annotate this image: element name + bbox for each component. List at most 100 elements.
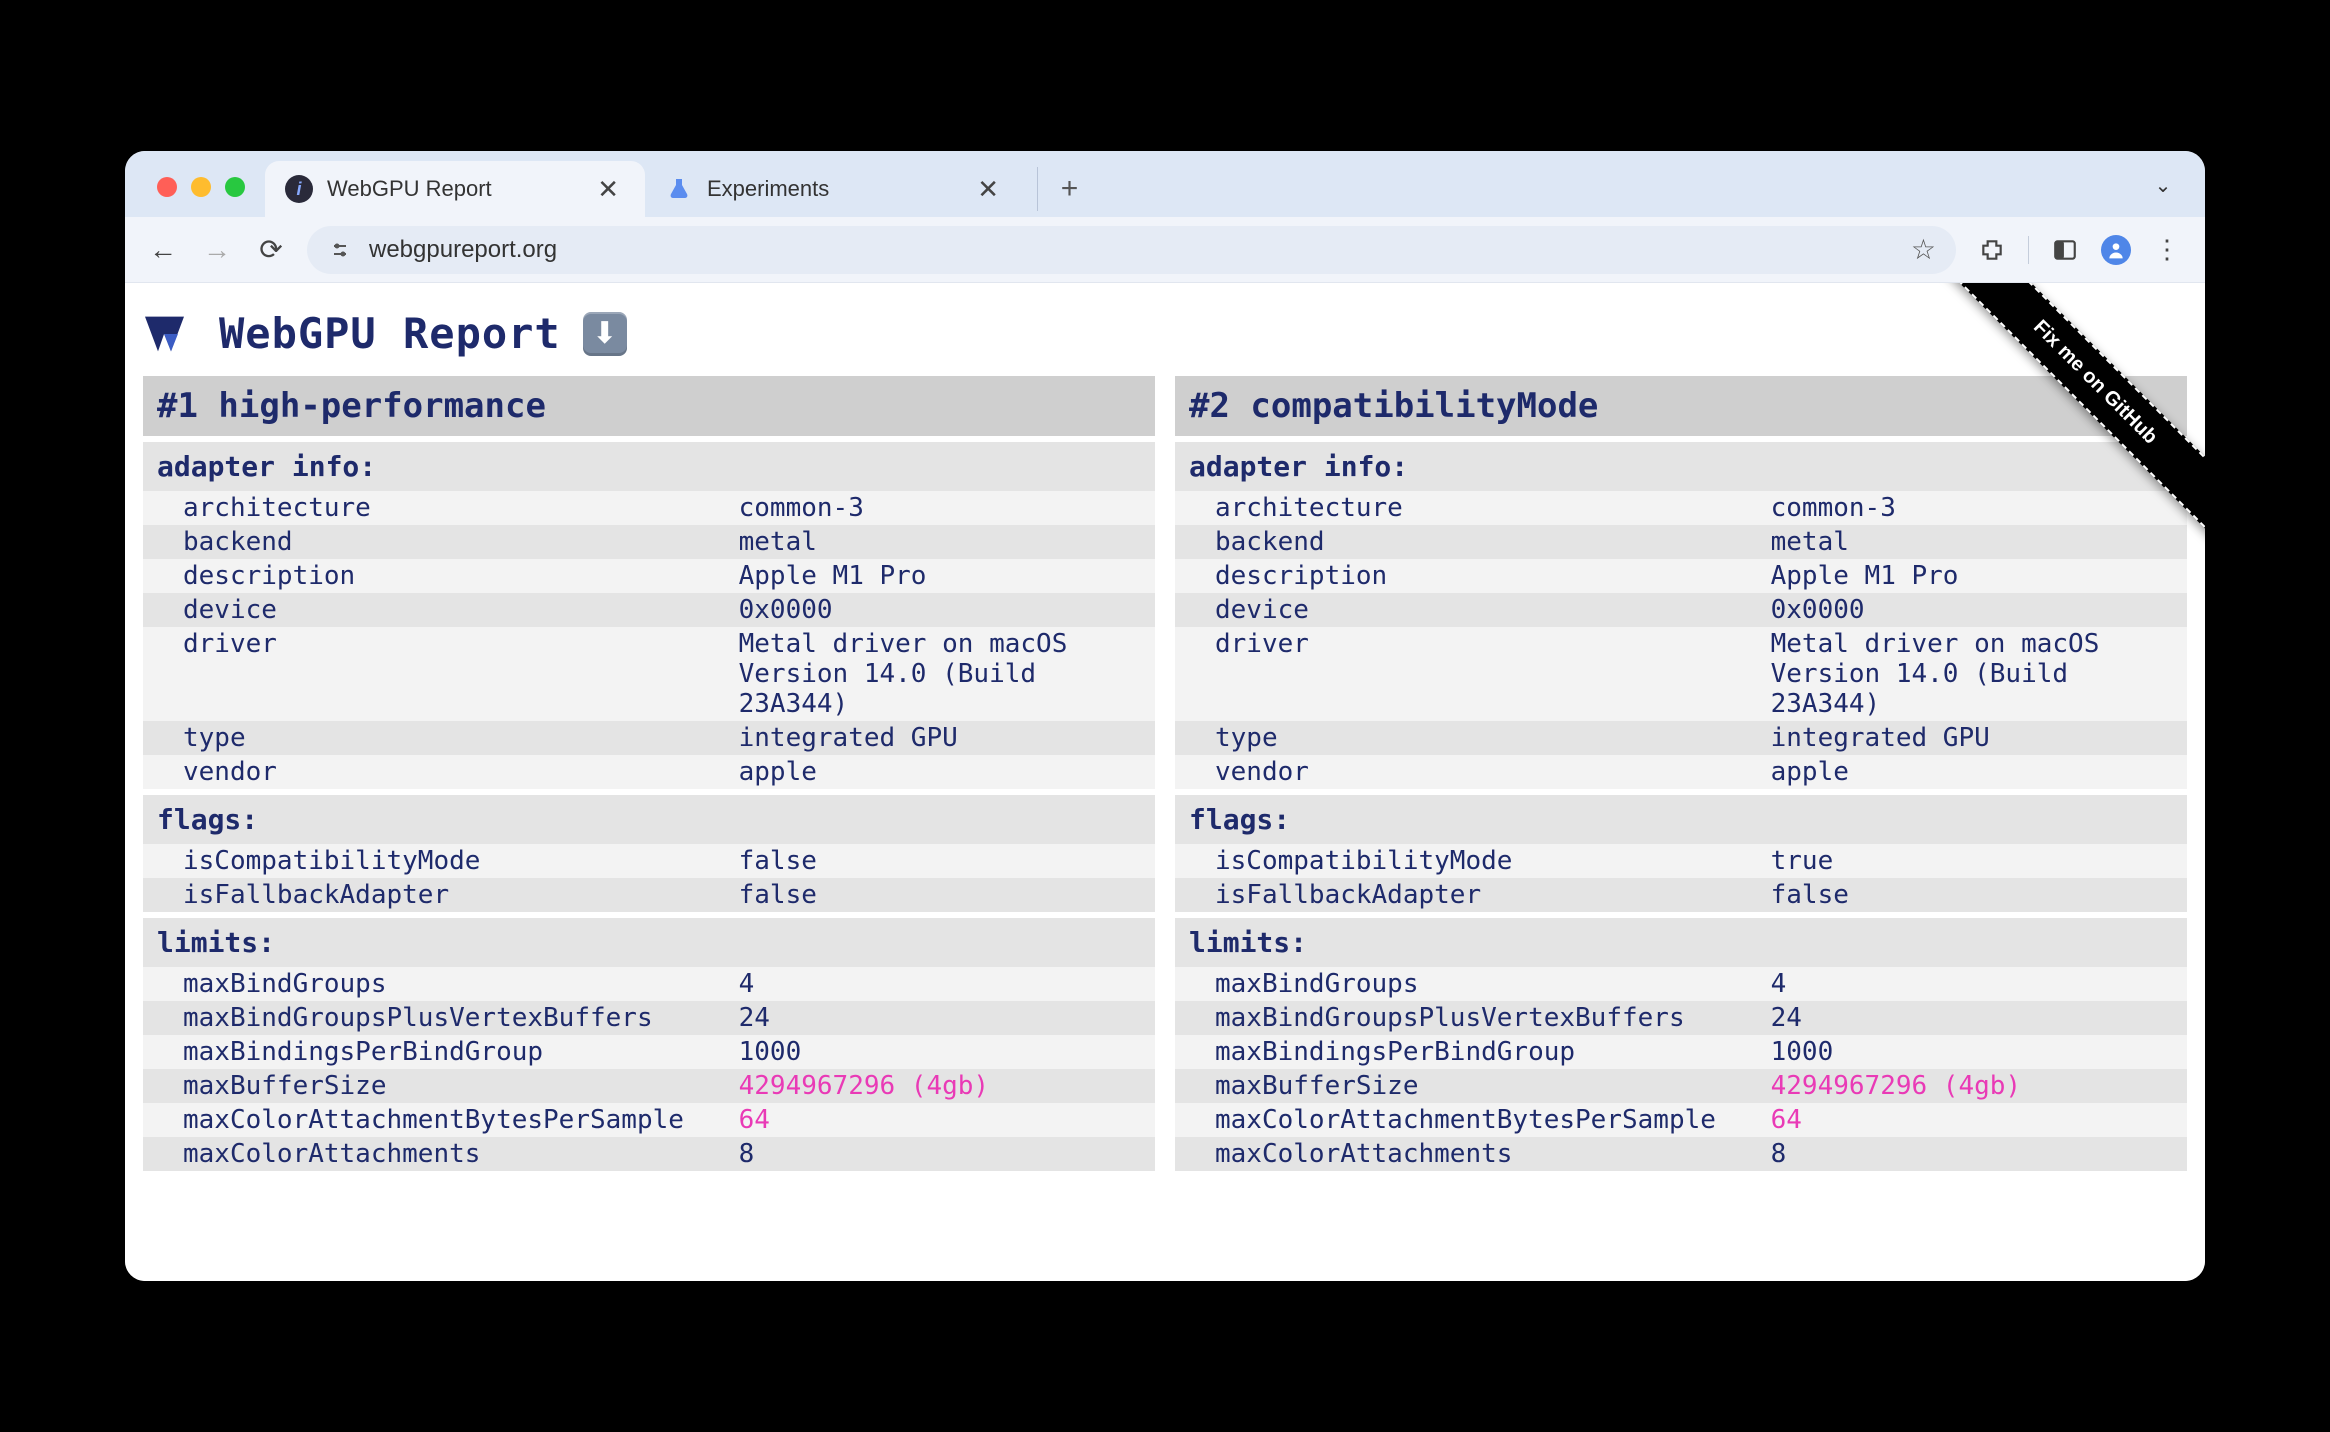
close-tab-button[interactable]: ✕ [591,174,625,205]
property-key: maxBindingsPerBindGroup [183,1037,739,1067]
tab-favicon-icon: i [285,175,313,203]
tab-webgpu-report[interactable]: i WebGPU Report ✕ [265,161,645,217]
property-row: device0x0000 [1175,593,2187,627]
tab-title: Experiments [707,176,829,202]
property-value: 1000 [1771,1037,2173,1067]
property-value: 64 [739,1105,1141,1135]
property-row: maxBufferSize4294967296 (4gb) [143,1069,1155,1103]
property-value: false [1771,880,2173,910]
property-value: metal [739,527,1141,557]
property-row: isCompatibilityModefalse [143,844,1155,878]
property-value: true [1771,846,2173,876]
close-window-button[interactable] [157,177,177,197]
browser-window: i WebGPU Report ✕ Experiments ✕ + ⌄ ← → … [125,151,2205,1281]
tab-experiments[interactable]: Experiments ✕ [645,161,1025,217]
property-key: driver [183,629,739,719]
page-content: Fix me on GitHub WebGPU Report ⬇ #1 high… [125,283,2205,1281]
reload-button[interactable]: ⟳ [253,232,289,268]
limits-section-heading: limits: [143,918,1155,967]
property-row: maxBufferSize4294967296 (4gb) [1175,1069,2187,1103]
property-row: typeintegrated GPU [143,721,1155,755]
property-key: maxColorAttachments [183,1139,739,1169]
property-row: driverMetal driver on macOS Version 14.0… [1175,627,2187,721]
minimize-window-button[interactable] [191,177,211,197]
property-value: 1000 [739,1037,1141,1067]
new-tab-button[interactable]: + [1037,167,1081,211]
property-row: maxColorAttachments8 [1175,1137,2187,1171]
property-row: isFallbackAdapterfalse [143,878,1155,912]
property-value: 8 [1771,1139,2173,1169]
adapter-heading: #1 high-performance [143,376,1155,436]
site-settings-icon[interactable] [327,237,353,263]
tab-title: WebGPU Report [327,176,492,202]
adapter-heading: #2 compatibilityMode [1175,376,2187,436]
back-button[interactable]: ← [145,232,181,268]
sidepanel-icon[interactable] [2047,232,2083,268]
property-row: backendmetal [1175,525,2187,559]
property-row: vendorapple [1175,755,2187,789]
property-value: metal [1771,527,2173,557]
property-row: maxColorAttachmentBytesPerSample64 [143,1103,1155,1137]
property-key: vendor [1215,757,1771,787]
property-value: Apple M1 Pro [1771,561,2173,591]
toolbar: ← → ⟳ webgpureport.org ☆ ⋮ [125,217,2205,283]
forward-button[interactable]: → [199,232,235,268]
flask-icon [665,175,693,203]
page-header: WebGPU Report ⬇ [125,283,2205,376]
property-value: 4294967296 (4gb) [1771,1071,2173,1101]
property-value: integrated GPU [739,723,1141,753]
property-row: maxBindGroupsPlusVertexBuffers24 [1175,1001,2187,1035]
property-key: architecture [1215,493,1771,523]
property-value: 24 [739,1003,1141,1033]
property-key: maxBindGroupsPlusVertexBuffers [1215,1003,1771,1033]
property-row: maxColorAttachmentBytesPerSample64 [1175,1103,2187,1137]
property-row: architecturecommon-3 [1175,491,2187,525]
property-key: maxBindingsPerBindGroup [1215,1037,1771,1067]
property-key: device [183,595,739,625]
adapter-info-section-heading: adapter info: [1175,442,2187,491]
kebab-menu-icon[interactable]: ⋮ [2149,232,2185,268]
property-row: maxBindGroups4 [143,967,1155,1001]
property-value: 4 [1771,969,2173,999]
property-key: maxColorAttachmentBytesPerSample [1215,1105,1771,1135]
property-key: isFallbackAdapter [1215,880,1771,910]
property-key: maxBindGroupsPlusVertexBuffers [183,1003,739,1033]
maximize-window-button[interactable] [225,177,245,197]
property-key: maxColorAttachmentBytesPerSample [183,1105,739,1135]
property-value: false [739,880,1141,910]
property-value: Metal driver on macOS Version 14.0 (Buil… [1771,629,2173,719]
close-tab-button[interactable]: ✕ [971,174,1005,205]
property-value: 0x0000 [1771,595,2173,625]
tab-strip: i WebGPU Report ✕ Experiments ✕ + ⌄ [125,151,2205,217]
adapter-column: #1 high-performanceadapter info:architec… [143,376,1155,1171]
property-key: maxBindGroups [1215,969,1771,999]
property-value: 4294967296 (4gb) [739,1071,1141,1101]
property-row: maxBindingsPerBindGroup1000 [1175,1035,2187,1069]
flags-section-heading: flags: [143,795,1155,844]
flags-section-heading: flags: [1175,795,2187,844]
adapter-info-section: architecturecommon-3backendmetaldescript… [143,491,1155,789]
limits-section-heading: limits: [1175,918,2187,967]
tab-overflow-button[interactable]: ⌄ [2141,167,2185,203]
property-value: common-3 [1771,493,2173,523]
property-row: driverMetal driver on macOS Version 14.0… [143,627,1155,721]
property-row: maxColorAttachments8 [143,1137,1155,1171]
limits-section: maxBindGroups4maxBindGroupsPlusVertexBuf… [1175,967,2187,1171]
bookmark-star-icon[interactable]: ☆ [1911,233,1936,266]
property-row: maxBindGroups4 [1175,967,2187,1001]
property-value: 8 [739,1139,1141,1169]
property-row: descriptionApple M1 Pro [143,559,1155,593]
adapter-columns: #1 high-performanceadapter info:architec… [125,376,2205,1171]
property-key: vendor [183,757,739,787]
property-key: device [1215,595,1771,625]
download-button[interactable]: ⬇ [583,312,627,356]
property-row: backendmetal [143,525,1155,559]
extensions-icon[interactable] [1974,232,2010,268]
property-row: descriptionApple M1 Pro [1175,559,2187,593]
address-bar[interactable]: webgpureport.org ☆ [307,226,1956,274]
toolbar-separator [2028,236,2029,264]
property-key: description [183,561,739,591]
property-row: typeintegrated GPU [1175,721,2187,755]
property-key: maxBufferSize [183,1071,739,1101]
profile-avatar[interactable] [2101,235,2131,265]
